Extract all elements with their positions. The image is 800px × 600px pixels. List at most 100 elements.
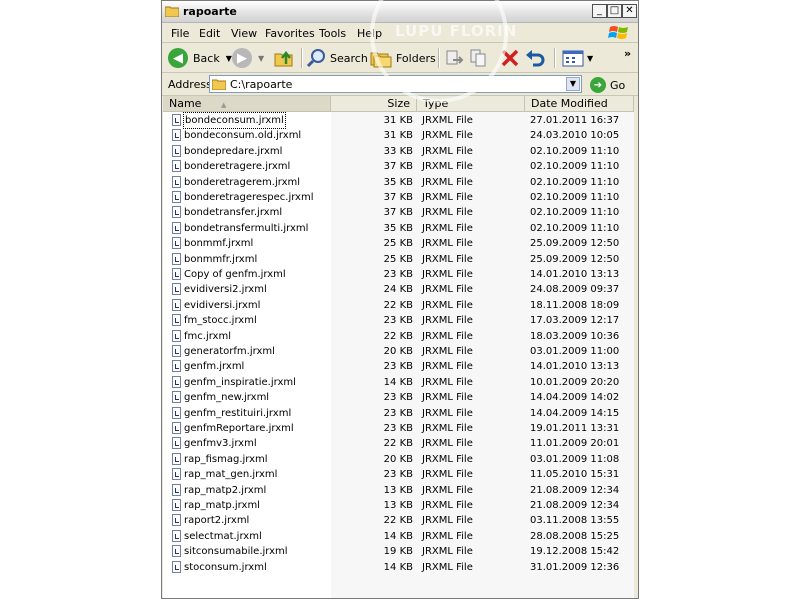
table-row[interactable]: bondeconsum.jrxml 31 KB JRXML File 27.01.20… [163,112,634,129]
address-dropdown-button[interactable]: ▼ [566,77,580,91]
file-list[interactable]: Name ▲ Size Type Date Modified bondecons… [163,96,634,598]
table-row[interactable]: raport2.jrxml 22 KB JRXML File 03.11.2008 1… [163,513,634,528]
address-value: C:\rapoarte [230,78,293,91]
column-header-date-label: Date Modified [531,97,608,110]
column-header-type[interactable]: Type [417,96,525,111]
forward-button[interactable]: ▶ ▼ [232,47,264,69]
table-row[interactable]: generatorfm.jrxml 20 KB JRXML File 03.01.20… [163,344,634,359]
minimize-button[interactable]: _ [592,4,607,18]
column-header-date[interactable]: Date Modified [525,96,634,111]
table-row[interactable]: bondetransfermulti.jrxml 35 KB JRXML File 0… [163,221,634,236]
file-icon [172,314,181,327]
back-button[interactable]: ◀ Back ▼ [168,47,232,69]
file-type: JRXML File [422,561,473,573]
file-size: 37 KB [383,192,413,203]
forward-arrow-icon: ▶ [232,48,252,68]
column-header-name-label: Name [169,97,202,110]
menu-help[interactable]: Help [357,27,382,40]
views-icon [562,50,584,67]
table-row[interactable]: genfm_new.jrxml 23 KB JRXML File 14.04.2009… [163,390,634,405]
search-button[interactable]: Search [306,47,368,69]
table-row[interactable]: genfm_inspiratie.jrxml 14 KB JRXML File 10.… [163,375,634,390]
table-row[interactable]: fmc.jrxml 22 KB JRXML File 18.03.2009 10:36 [163,329,634,344]
file-type: JRXML File [422,392,473,404]
file-date: 02.10.2009 11:10 [530,161,620,173]
table-row[interactable]: bonmmfr.jrxml 25 KB JRXML File 25.09.2009 1… [163,252,634,267]
table-row[interactable]: bondeconsum.old.jrxml 31 KB JRXML File 24.0… [163,128,634,143]
undo-button[interactable] [524,47,546,69]
file-size: 23 KB [383,315,413,327]
table-row[interactable]: evidiversi.jrxml 22 KB JRXML File 18.11.200… [163,298,634,313]
chevron-down-icon: ▼ [258,53,265,63]
maximize-button[interactable]: □ [607,4,622,18]
column-header-name[interactable]: Name ▲ [163,96,331,111]
folders-label: Folders [396,51,436,65]
table-row[interactable]: bonmmf.jrxml 25 KB JRXML File 25.09.2009 12… [163,236,634,251]
file-name: evidiversi.jrxml [184,299,261,311]
file-date: 17.03.2009 12:17 [530,315,620,327]
move-to-button[interactable] [444,47,464,69]
table-row[interactable]: genfm_restituiri.jrxml 23 KB JRXML File 14.… [163,406,634,421]
copy-to-button[interactable] [469,47,489,69]
table-row[interactable]: bonderetragerem.jrxml 35 KB JRXML File 02.1… [163,175,634,190]
more-toolbar-chevron-icon[interactable]: » [624,47,631,60]
table-row[interactable]: rap_matp2.jrxml 13 KB JRXML File 21.08.2009… [163,483,634,498]
file-size: 31 KB [383,130,413,142]
close-button[interactable]: ✕ [622,4,637,18]
table-row[interactable]: stoconsum.jrxml 14 KB JRXML File 31.01.2009… [163,560,634,575]
menu-view[interactable]: View [231,27,257,40]
file-name: bondetransfermulti.jrxml [184,222,309,234]
file-date: 24.08.2009 09:37 [530,284,620,296]
file-size: 23 KB [383,423,413,434]
table-row[interactable]: rap_mat_gen.jrxml 23 KB JRXML File 11.05.20… [163,467,634,482]
file-size: 31 KB [383,115,413,126]
up-folder-button[interactable] [274,47,296,69]
menu-edit[interactable]: Edit [199,27,220,40]
up-folder-icon [274,50,293,67]
table-row[interactable]: fm_stocc.jrxml 23 KB JRXML File 17.03.2009 … [163,313,634,328]
go-button[interactable]: ➔ Go [590,76,625,94]
file-name: bonderetragerespec.jrxml [184,192,314,203]
menu-tools[interactable]: Tools [319,27,346,40]
file-type: JRXML File [422,438,473,450]
menu-favorites[interactable]: Favorites [265,27,315,40]
table-row[interactable]: bonderetragerespec.jrxml 37 KB JRXML File 0… [163,190,634,205]
table-row[interactable]: Copy of genfm.jrxml 23 KB JRXML File 14.01.… [163,267,634,282]
table-row[interactable]: bondetransfer.jrxml 37 KB JRXML File 02.10.… [163,205,634,220]
file-date: 10.01.2009 20:20 [530,376,620,388]
file-type: JRXML File [422,222,473,234]
table-row[interactable]: rap_fismag.jrxml 20 KB JRXML File 03.01.200… [163,452,634,467]
table-row[interactable]: sitconsumabile.jrxml 19 KB JRXML File 19.12… [163,544,634,559]
search-label: Search [330,51,368,65]
table-row[interactable]: bonderetragere.jrxml 37 KB JRXML File 02.10… [163,159,634,174]
address-input[interactable]: C:\rapoarte ▼ [209,75,582,93]
views-button[interactable]: ▼ [562,47,593,69]
file-date: 31.01.2009 12:36 [530,561,620,573]
table-row[interactable]: bondepredare.jrxml 33 KB JRXML File 02.10.2… [163,144,634,159]
file-type: JRXML File [422,315,473,327]
chevron-down-icon: ▼ [587,53,594,63]
file-name: bonmmf.jrxml [184,238,254,250]
file-name: bonderetragere.jrxml [184,161,291,173]
file-size: 25 KB [383,238,413,250]
file-icon [172,468,181,481]
menu-file[interactable]: File [171,27,189,40]
file-icon [172,329,181,342]
column-header-size[interactable]: Size [331,96,417,111]
file-name: genfmv3.jrxml [184,438,257,450]
file-name: bondeconsum.jrxml [183,112,286,129]
table-row[interactable]: selectmat.jrxml 14 KB JRXML File 28.08.2008… [163,529,634,544]
delete-button[interactable] [500,47,520,69]
file-type: JRXML File [422,500,473,511]
file-date: 25.09.2009 12:50 [530,253,620,265]
back-label: Back [193,51,220,65]
file-name: rap_fismag.jrxml [184,453,268,465]
table-row[interactable]: rap_matp.jrxml 13 KB JRXML File 21.08.2009 … [163,498,634,513]
chevron-down-icon: ▼ [225,53,232,63]
table-row[interactable]: genfmReportare.jrxml 23 KB JRXML File 19.01… [163,421,634,436]
folders-button[interactable]: Folders [370,47,436,69]
table-row[interactable]: genfmv3.jrxml 22 KB JRXML File 11.01.2009 2… [163,436,634,451]
title-bar[interactable]: rapoarte _ □ ✕ [162,1,638,23]
table-row[interactable]: genfm.jrxml 23 KB JRXML File 14.01.2010 13:… [163,359,634,374]
table-row[interactable]: evidiversi2.jrxml 24 KB JRXML File 24.08.20… [163,282,634,297]
